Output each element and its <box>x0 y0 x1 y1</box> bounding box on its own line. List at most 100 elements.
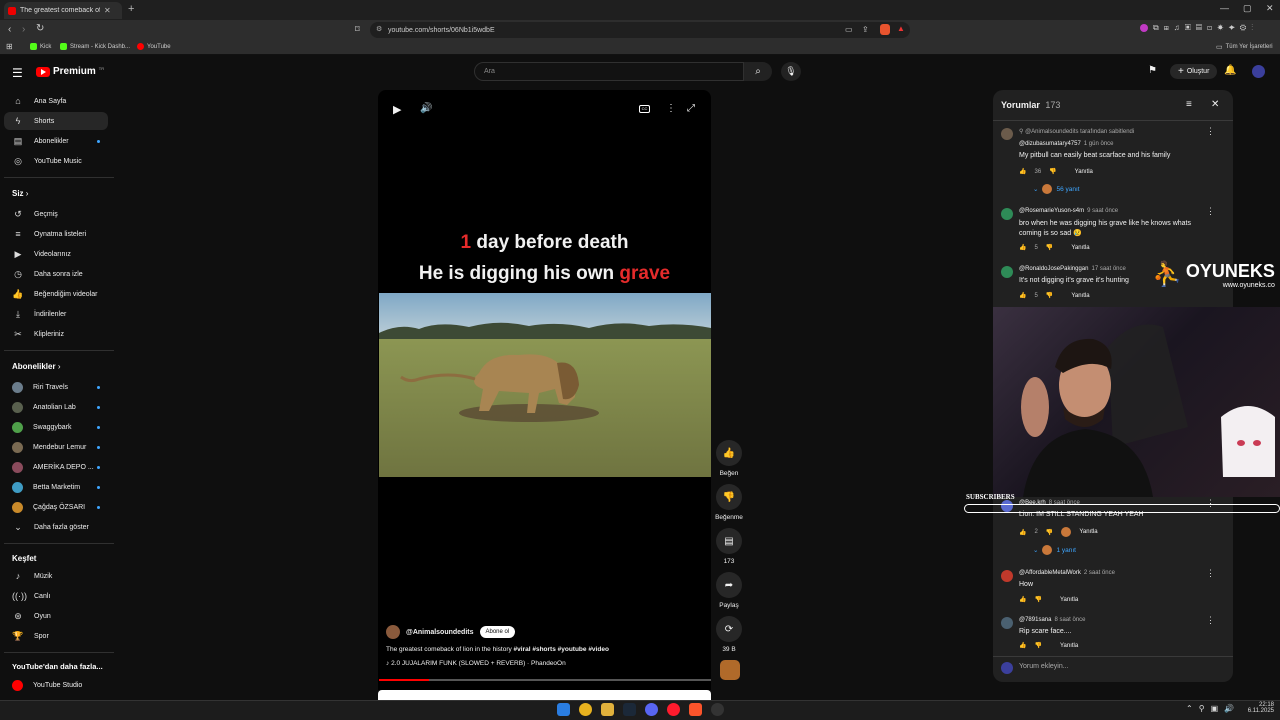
explorer-icon[interactable] <box>601 703 614 716</box>
like-icon[interactable]: 👍 <box>1019 529 1026 536</box>
sidebar-item-music[interactable]: ◎ YouTube Music <box>4 152 108 170</box>
bookmark-item[interactable]: Kick <box>30 43 51 50</box>
apps-grid-icon[interactable]: ⊞ <box>6 42 13 51</box>
brave-icon[interactable] <box>689 703 702 716</box>
minimize-icon[interactable]: — <box>1220 3 1229 13</box>
search-button[interactable]: ⌕ <box>744 62 772 81</box>
brave-shield-icon[interactable] <box>880 24 890 35</box>
youtube-premium-logo[interactable]: Premium TR <box>36 66 104 77</box>
reply-button[interactable]: Yanıtla <box>1060 643 1078 649</box>
tray-icons[interactable]: ⌃⚲▣🔊 <box>1186 704 1240 713</box>
comments-button[interactable]: ▤ 173 <box>714 528 744 565</box>
more-options-icon[interactable]: ⋮ <box>666 103 676 114</box>
sidebar-item-history[interactable]: ↺ Geçmiş <box>4 205 108 223</box>
subscribe-button[interactable]: Abone ol <box>479 626 516 638</box>
bookmark-item[interactable]: Stream - Kick Dashb... <box>60 43 130 50</box>
sidebar-item-home[interactable]: ⌂ Ana Sayfa <box>4 92 108 110</box>
reply-button[interactable]: Yanıtla <box>1071 245 1089 251</box>
sidebar-item-shorts[interactable]: ϟ Shorts <box>4 112 108 130</box>
subscription-item[interactable]: Swaggybark <box>4 418 108 436</box>
rewards-icon[interactable]: ▲ <box>897 24 905 33</box>
reply-button[interactable]: Yanıtla <box>1075 169 1093 175</box>
sidebar-item-clips[interactable]: ✂ Klipleriniz <box>4 325 108 343</box>
subscription-item[interactable]: Betta Marketim <box>4 478 108 496</box>
sidebar-item-watch-later[interactable]: ◷ Daha sonra izle <box>4 265 108 283</box>
subscription-item[interactable]: Mendebur Lemur <box>4 438 108 456</box>
sidebar-item-playlists[interactable]: ≡ Oynatma listeleri <box>4 225 108 243</box>
address-bar[interactable]: ⚙ youtube.com/shorts/06Nb1i5wdbE <box>370 22 910 38</box>
comment-menu-icon[interactable]: ⋮ <box>1206 568 1215 579</box>
cast-icon[interactable]: ▭ <box>845 25 853 34</box>
avatar[interactable] <box>1252 65 1265 78</box>
close-tab-icon[interactable]: ✕ <box>104 6 111 15</box>
notifications-icon[interactable]: 🔔 <box>1224 65 1236 76</box>
dislike-icon[interactable]: 👎 <box>1046 529 1053 536</box>
new-tab-icon[interactable]: + <box>128 3 134 15</box>
music-track[interactable]: ♪ 2.0 JUJALARIM FUNK (SLOWED + REVERB) ·… <box>386 660 566 667</box>
share-button[interactable]: ➦ Paylaş <box>714 572 744 609</box>
sidebar-item-liked[interactable]: 👍 Beğendiğim videolar <box>4 285 108 303</box>
opera-icon[interactable] <box>667 703 680 716</box>
close-icon[interactable]: ✕ <box>1211 99 1219 110</box>
comment-menu-icon[interactable]: ⋮ <box>1206 206 1215 217</box>
captions-icon[interactable]: CC <box>639 105 650 113</box>
like-icon[interactable]: 👍 <box>1019 596 1026 603</box>
close-window-icon[interactable]: ✕ <box>1266 3 1274 14</box>
browser-tab[interactable]: The greatest comeback of lion ✕ <box>4 2 122 19</box>
progress-bar[interactable] <box>379 679 711 681</box>
reload-icon[interactable]: ↻ <box>36 23 44 34</box>
extension-icon[interactable] <box>1140 24 1148 32</box>
sidebar-item-downloads[interactable]: ⤓ İndirilenler <box>4 305 108 323</box>
fullscreen-icon[interactable]: ⤢ <box>687 103 695 114</box>
chrome-icon[interactable] <box>579 703 592 716</box>
view-replies-button[interactable]: ⌄ 56 yanıt <box>1033 184 1080 194</box>
remix-button[interactable]: ⟳ 39 B <box>714 616 744 653</box>
volume-icon[interactable]: 🔊 <box>420 103 432 114</box>
sidebar-item-live[interactable]: ((·)) Canlı <box>4 587 108 605</box>
all-bookmarks[interactable]: ▭ Tüm Yer İşaretleri <box>1216 43 1273 51</box>
view-replies-button[interactable]: ⌄ 1 yanıt <box>1033 545 1076 555</box>
you-section-title[interactable]: Siz › <box>12 189 28 198</box>
share-page-icon[interactable]: ⇪ <box>862 25 869 34</box>
site-info-icon[interactable]: ⚙ <box>376 25 382 33</box>
dislike-icon[interactable]: 👎 <box>1049 168 1056 175</box>
maximize-icon[interactable]: ▢ <box>1243 3 1252 14</box>
back-icon[interactable]: ‹ <box>8 24 11 35</box>
play-icon[interactable]: ▶ <box>393 103 401 116</box>
sidebar-item-sports[interactable]: 🏆 Spor <box>4 627 108 645</box>
subscription-item[interactable]: Anatolian Lab <box>4 398 108 416</box>
extensions-icon[interactable]: ⧉⊞♫▣▤⊡☀✦⚙⋮ <box>1153 23 1258 33</box>
dislike-button[interactable]: 👎 Beğenme <box>714 484 744 521</box>
clock[interactable]: 22:18 6.11.2025 <box>1244 702 1274 714</box>
dislike-icon[interactable]: 👎 <box>1046 244 1053 251</box>
cast-icon[interactable]: ⚑ <box>1148 65 1157 76</box>
sidebar-item-studio[interactable]: YouTube Studio <box>4 676 108 694</box>
hashtags[interactable]: #viral #shorts #youtube #video <box>514 646 609 653</box>
sort-icon[interactable]: ≡ <box>1186 99 1192 110</box>
forward-icon[interactable]: › <box>22 24 25 35</box>
next-short-preview[interactable] <box>378 690 711 700</box>
reply-button[interactable]: Yanıtla <box>1060 597 1078 603</box>
like-icon[interactable]: 👍 <box>1019 244 1026 251</box>
show-more-button[interactable]: ⌄ Daha fazla göster <box>4 518 108 536</box>
search-input[interactable]: Ara <box>474 62 744 81</box>
hamburger-menu-icon[interactable]: ☰ <box>12 66 23 80</box>
channel-avatar[interactable] <box>386 625 400 639</box>
reply-button[interactable]: Yanıtla <box>1079 529 1097 535</box>
bookmark-item[interactable]: YouTube <box>137 43 171 50</box>
subscriptions-section-title[interactable]: Abonelikler › <box>12 362 60 371</box>
like-button[interactable]: 👍 Beğen <box>714 440 744 477</box>
start-icon[interactable] <box>557 703 570 716</box>
reply-button[interactable]: Yanıtla <box>1071 293 1089 299</box>
create-button[interactable]: + Oluştur <box>1170 64 1218 79</box>
sidebar-item-your-videos[interactable]: ▶ Videolarınız <box>4 245 108 263</box>
dislike-icon[interactable]: 👎 <box>1046 292 1053 299</box>
sound-thumbnail[interactable] <box>720 660 740 680</box>
like-icon[interactable]: 👍 <box>1019 642 1026 649</box>
subscription-item[interactable]: Riri Travels <box>4 378 108 396</box>
add-comment-input[interactable]: Yorum ekleyin... <box>1019 663 1069 670</box>
sidebar-item-subscriptions[interactable]: ▤ Abonelikler <box>4 132 108 150</box>
bookmark-icon[interactable]: ⌑ <box>355 24 360 35</box>
channel-name[interactable]: @Animalsoundedits <box>406 629 474 636</box>
comment-menu-icon[interactable]: ⋮ <box>1206 126 1215 137</box>
